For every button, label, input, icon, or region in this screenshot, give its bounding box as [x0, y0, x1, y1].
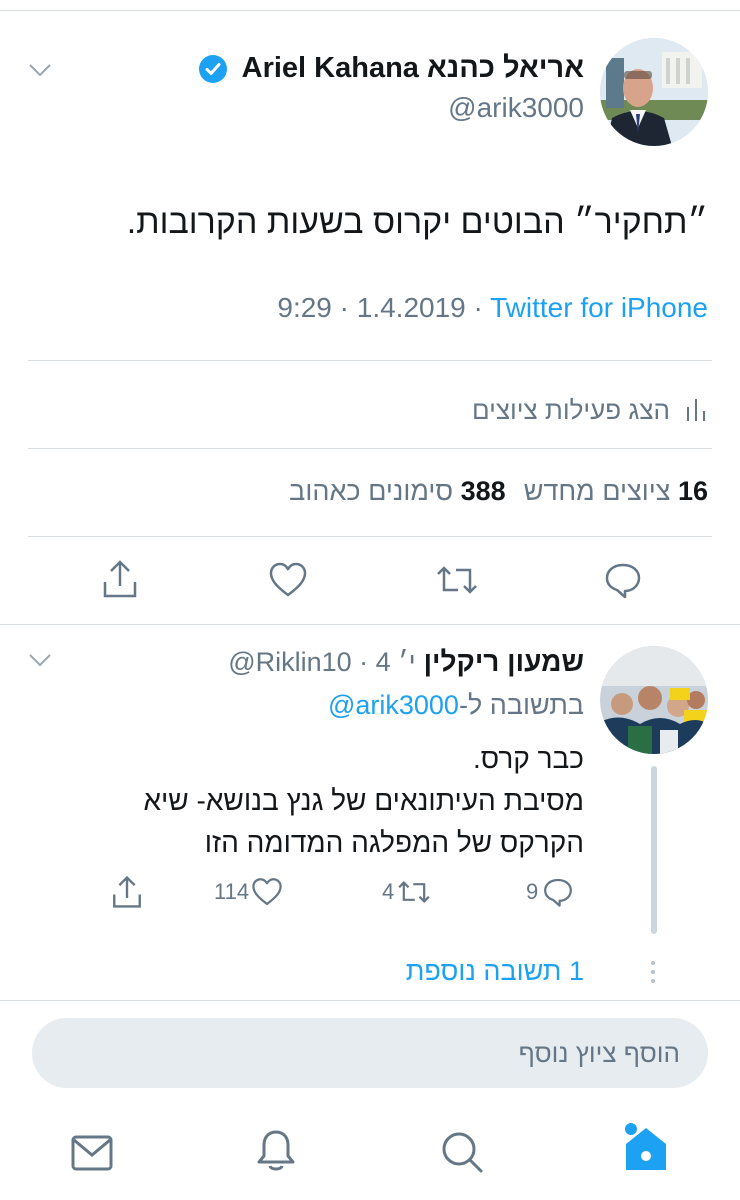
reply-retweet-button[interactable]: 4 [382, 874, 432, 910]
retweets-stat[interactable]: 16 ציוצים מחדש [524, 476, 708, 507]
reply-author-name[interactable]: שמעון ריקלין [424, 646, 584, 678]
tab-messages[interactable] [70, 1134, 114, 1172]
reply-likes-count: 114 [214, 879, 250, 904]
chevron-down-icon[interactable] [28, 652, 52, 668]
reply-text-line: הקרקס של המפלגה המדומה הזו [204, 827, 584, 858]
tweet-source-link[interactable]: Twitter for iPhone [490, 292, 708, 323]
replying-to: בתשובה ל-@arik3000 [328, 690, 584, 721]
likes-label: סימונים כאהוב [289, 476, 454, 506]
verified-badge-icon [198, 54, 228, 84]
replying-prefix: בתשובה ל- [458, 690, 584, 720]
replying-handle-link[interactable]: @arik3000 [328, 690, 459, 720]
tweet-meta: 9:29 · 1.4.2019 · Twitter for iPhone [277, 292, 708, 324]
tab-search[interactable] [440, 1130, 484, 1174]
top-divider [0, 10, 740, 11]
retweets-count: 16 [677, 476, 708, 506]
tweet-activity-link[interactable]: הצג פעילות ציוצים [472, 390, 708, 430]
section-divider [0, 624, 740, 625]
compose-input[interactable]: הוסף ציוץ נוסף [32, 1018, 708, 1088]
reply-button[interactable] [603, 560, 643, 600]
author-avatar[interactable] [600, 38, 708, 146]
compose-placeholder: הוסף ציוץ נוסף [518, 1037, 680, 1068]
search-icon [442, 1132, 483, 1173]
retweet-button[interactable] [434, 560, 480, 600]
tweet-stats: 16 ציוצים מחדש 388 סימונים כאהוב [289, 476, 708, 507]
author-handle[interactable]: @arik3000 [448, 92, 584, 124]
bell-icon [257, 1130, 295, 1171]
reply-reply-button[interactable]: 9 [526, 874, 574, 910]
divider [28, 448, 712, 449]
retweet-icon [396, 876, 432, 908]
comment-bubble-icon [542, 876, 574, 908]
heart-icon [251, 876, 283, 908]
tab-notifications[interactable] [255, 1128, 297, 1174]
reply-text-line: כבר קרס. [473, 743, 584, 774]
reply-replies-count: 9 [526, 879, 539, 904]
more-replies-link[interactable]: 1 תשובה נוספת [406, 956, 584, 987]
divider [28, 360, 712, 361]
chevron-down-icon[interactable] [28, 62, 52, 78]
retweets-label: ציוצים מחדש [523, 476, 671, 506]
likes-stat[interactable]: 388 סימונים כאהוב [289, 476, 506, 507]
bar-chart-icon [684, 397, 708, 423]
comment-bubble-icon [605, 563, 641, 599]
like-button[interactable] [268, 560, 308, 600]
tweet-text: ״תחקיר״ הבוטים יקרוס בשעות הקרובות. [126, 203, 708, 241]
reply-retweets-count: 4 [382, 879, 395, 904]
reply-header: שמעון ריקלין @Riklin10 · 4 י׳ [228, 646, 584, 678]
likes-count: 388 [460, 476, 506, 506]
reply-like-button[interactable]: 114 [214, 874, 283, 910]
share-icon [103, 560, 137, 598]
reply-handle-time[interactable]: @Riklin10 · 4 י׳ [228, 647, 415, 678]
share-button[interactable] [100, 558, 140, 600]
tweet-activity-label: הצג פעילות ציוצים [471, 394, 670, 425]
section-divider [0, 1000, 740, 1001]
reply-share-button[interactable] [110, 874, 144, 910]
home-icon [625, 1123, 666, 1170]
reply-text: כבר קרס. מסיבת העיתונאים של גנץ בנושא- ש… [143, 738, 584, 864]
tweet-timestamp: 9:29 · 1.4.2019 · [277, 292, 491, 323]
reply-text-line: מסיבת העיתונאים של גנץ בנושא- שיא [143, 785, 584, 816]
mail-icon [71, 1135, 113, 1171]
share-icon [113, 875, 141, 908]
divider [28, 536, 712, 537]
more-dots-icon [650, 960, 656, 984]
tab-home[interactable] [620, 1120, 672, 1176]
heart-icon [269, 562, 307, 597]
author-name[interactable]: אריאל כהנא Ariel Kahana [242, 52, 584, 85]
retweet-icon [437, 566, 477, 594]
reply-author-avatar[interactable] [600, 646, 708, 754]
reply-thread-line [651, 766, 657, 934]
